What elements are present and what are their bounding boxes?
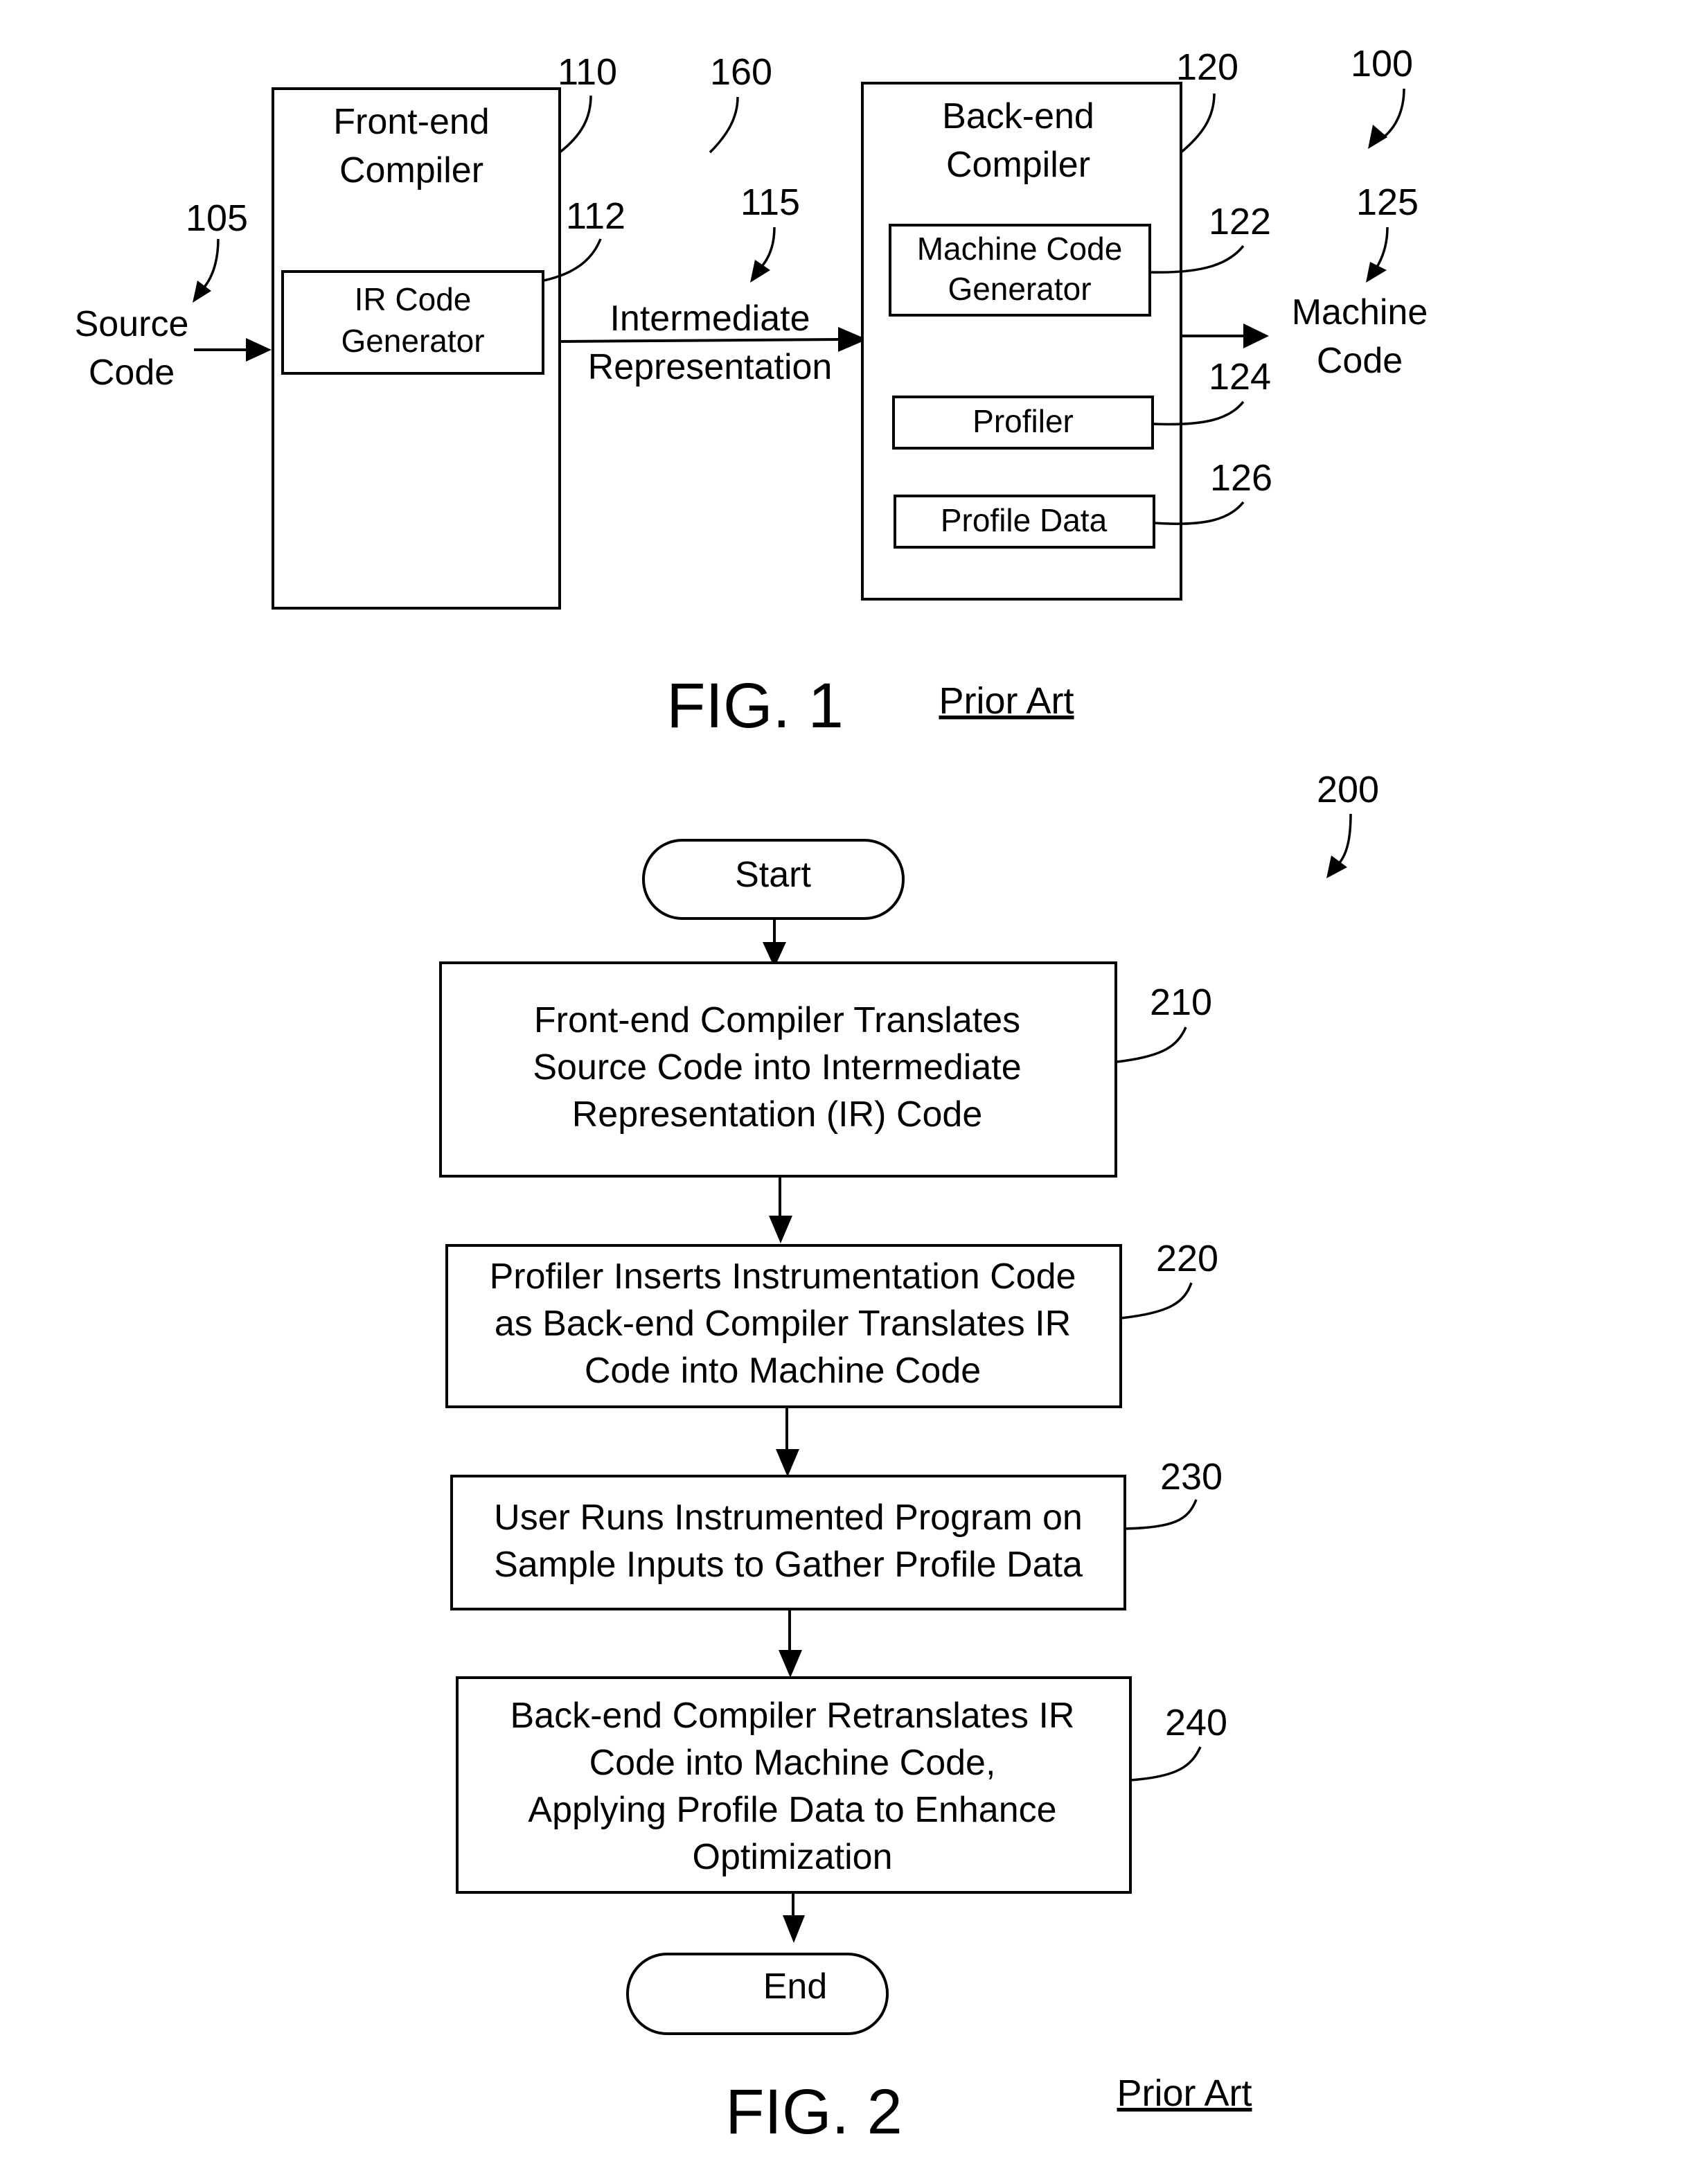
step-220-line1: Profiler Inserts Instrumentation Code	[490, 1257, 1076, 1297]
step-210-leader	[1116, 1027, 1187, 1063]
step-220-line2: as Back-end Compiler Translates IR	[495, 1304, 1071, 1344]
front-end-leader	[558, 95, 592, 154]
front-end-compiler-line1: Front-end	[333, 102, 489, 142]
step-240-ref: 240	[1165, 1702, 1227, 1743]
source-code-label-line2: Code	[89, 353, 175, 393]
fig1-ref-label: 100	[1351, 43, 1413, 85]
ir-code-generator-line2: Generator	[341, 323, 484, 359]
end-label: End	[763, 1967, 828, 2007]
source-to-frontend-arrowhead	[246, 338, 272, 362]
230-to-240-arrowhead	[779, 1650, 802, 1678]
source-code-label-line1: Source	[75, 304, 189, 344]
backend-to-machine-code-arrowhead	[1243, 323, 1269, 348]
machine-code-generator-line2: Generator	[948, 271, 1091, 307]
fig2-caption: FIG. 2	[725, 2077, 903, 2147]
machine-code-generator-ref: 122	[1209, 201, 1271, 242]
step-220-ref: 220	[1156, 1238, 1218, 1279]
start-label: Start	[735, 855, 811, 895]
fig2-ref-label: 200	[1317, 769, 1379, 810]
machine-code-label-line1: Machine	[1292, 292, 1428, 332]
step-240-line4: Optimization	[693, 1837, 893, 1877]
step-220-leader	[1120, 1282, 1193, 1320]
step-220-line3: Code into Machine Code	[585, 1351, 981, 1391]
front-end-ref: 110	[558, 51, 617, 93]
profile-data-label: Profile Data	[941, 502, 1108, 538]
intermediate-label-line2: Representation	[588, 347, 833, 387]
source-code-ref: 105	[186, 197, 248, 239]
machine-code-generator-line1: Machine Code	[917, 231, 1123, 267]
240-to-end-arrowhead	[783, 1915, 805, 1943]
patent-drawing-sheet: 100 105 Source Code Front-end Compiler 1…	[75, 43, 1428, 2147]
intermediate-leader	[757, 227, 776, 272]
210-to-220-arrowhead	[769, 1216, 792, 1243]
fig1-prior-art-note: Prior Art	[939, 680, 1074, 722]
fig1-ref-leader	[1380, 88, 1405, 140]
machine-code-ref: 125	[1356, 181, 1419, 223]
profile-data-ref: 126	[1210, 457, 1272, 499]
source-code-leader	[199, 238, 220, 292]
220-to-230-arrowhead	[776, 1449, 799, 1477]
intermediate-ref-arrowhead	[750, 260, 770, 283]
region-ref: 160	[710, 51, 772, 93]
profiler-ref: 124	[1209, 356, 1271, 398]
step-240-leader	[1130, 1746, 1202, 1782]
machine-code-leader	[1374, 227, 1389, 271]
frontend-to-backend-arrow-line	[560, 338, 842, 343]
machine-code-label-line2: Code	[1317, 341, 1403, 381]
machine-code-ref-arrowhead	[1366, 262, 1387, 283]
end-terminal	[626, 1953, 889, 2035]
step-210-ref: 210	[1150, 982, 1212, 1023]
step-230-line1: User Runs Instrumented Program on	[494, 1498, 1083, 1538]
fig2-prior-art-note: Prior Art	[1117, 2072, 1252, 2114]
ir-code-generator-ref: 112	[566, 195, 625, 237]
region-ref-leader	[709, 96, 739, 154]
front-end-compiler-line2: Compiler	[339, 150, 483, 190]
step-210-line2: Source Code into Intermediate	[533, 1047, 1021, 1087]
step-240-line1: Back-end Compiler Retranslates IR	[510, 1696, 1075, 1736]
step-230-ref: 230	[1160, 1456, 1223, 1498]
ir-code-generator-line1: IR Code	[355, 281, 472, 317]
step-240-line2: Code into Machine Code,	[589, 1743, 996, 1783]
back-end-leader	[1180, 93, 1216, 154]
fig1: 100 105 Source Code Front-end Compiler 1…	[75, 43, 1428, 741]
source-code-ref-arrowhead	[193, 281, 211, 303]
step-230-leader	[1124, 1499, 1198, 1530]
back-end-compiler-line1: Back-end	[942, 96, 1094, 136]
fig2: 200 Start Front-end Compiler Translates …	[439, 769, 1379, 2147]
step-240-line3: Applying Profile Data to Enhance	[528, 1790, 1056, 1830]
step-230-box	[450, 1475, 1126, 1610]
step-210-line1: Front-end Compiler Translates	[534, 1000, 1020, 1040]
intermediate-label-line1: Intermediate	[610, 299, 810, 339]
step-230-line2: Sample Inputs to Gather Profile Data	[494, 1545, 1083, 1585]
fig1-ref-arrowhead	[1368, 125, 1387, 149]
step-210-line3: Representation (IR) Code	[572, 1094, 983, 1135]
profiler-label: Profiler	[972, 403, 1074, 439]
back-end-compiler-line2: Compiler	[946, 145, 1090, 185]
intermediate-ref: 115	[740, 181, 800, 223]
back-end-ref: 120	[1176, 46, 1238, 88]
fig1-caption: FIG. 1	[666, 671, 844, 741]
fig2-ref-arrowhead	[1326, 855, 1347, 878]
fig2-ref-leader	[1335, 813, 1352, 867]
